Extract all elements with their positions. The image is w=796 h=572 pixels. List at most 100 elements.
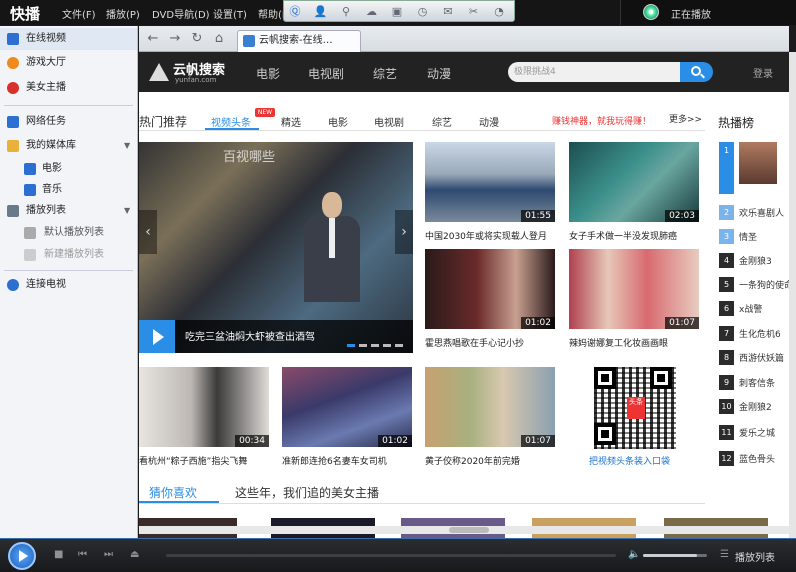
carousel-prev-icon[interactable]: ‹ <box>139 210 157 254</box>
carousel-dot[interactable] <box>359 344 367 347</box>
video-thumbnail[interactable]: 01:07 <box>425 367 555 447</box>
qvod-icon[interactable]: Ⓠ <box>286 3 304 21</box>
image-icon[interactable]: ▣ <box>388 3 406 21</box>
volume-slider[interactable] <box>643 554 707 557</box>
rank-item[interactable]: 9 刺客信条 <box>719 372 789 394</box>
sidebar-item-new-playlist[interactable]: 新建播放列表 <box>0 244 137 266</box>
more-link[interactable]: 更多>> <box>669 112 702 125</box>
login-link[interactable]: 登录 <box>753 65 773 80</box>
sidebar-item-game-hall[interactable]: 游戏大厅 <box>0 52 137 74</box>
sidebar-item-label: 新建播放列表 <box>44 249 104 260</box>
video-title[interactable]: 看杭州“粽子西施”指尖飞舞 <box>139 454 247 467</box>
tools-icon[interactable]: ✂ <box>465 3 483 21</box>
video-thumbnail[interactable]: 00:34 <box>139 367 269 447</box>
previous-icon[interactable]: ⏮ <box>78 549 87 560</box>
sidebar-item-live-host[interactable]: 美女主播 <box>0 77 137 99</box>
promo-link[interactable]: 赚钱神器，就我玩得赚！ <box>552 114 651 127</box>
tab-guess-you-like[interactable]: 猜你喜欢 <box>149 484 197 501</box>
sidebar-item-music[interactable]: 音乐 <box>0 179 137 201</box>
rank-item[interactable]: 6 x战警 <box>719 298 789 320</box>
carousel-dot[interactable] <box>395 344 403 347</box>
video-title[interactable]: 准新郎连抢6名妻车女司机 <box>282 454 387 467</box>
play-button[interactable] <box>8 542 36 570</box>
playlist-icon[interactable]: ☰ <box>720 549 729 560</box>
rank-item[interactable]: 3 情圣 <box>719 226 789 248</box>
sidebar-item-default-playlist[interactable]: 默认播放列表 <box>0 222 137 244</box>
video-thumbnail[interactable]: 01:55 <box>425 142 555 222</box>
tab-tv[interactable]: 电视剧 <box>374 114 404 129</box>
eject-icon[interactable]: ⏏ <box>130 549 139 560</box>
site-logo[interactable]: 云帆搜索 yunfan.com <box>149 59 239 87</box>
next-icon[interactable]: ⏭ <box>104 549 113 560</box>
sidebar-item-tv-connect[interactable]: 连接电视 <box>0 274 137 296</box>
now-playing-tab[interactable]: 正在播放 <box>620 0 796 25</box>
video-title[interactable]: 中国2030年或将实现载人登月 <box>425 229 547 242</box>
home-icon[interactable]: ⌂ <box>211 31 227 47</box>
stop-icon[interactable]: ■ <box>54 549 63 560</box>
menu-play[interactable]: 播放(P) <box>106 6 140 21</box>
video-title[interactable]: 女子手术做一半没发现肺癌 <box>569 229 677 242</box>
play-icon[interactable] <box>139 320 175 353</box>
search-button[interactable] <box>680 62 713 82</box>
video-title[interactable]: 辣妈谢娜复工化妆画画眼 <box>569 336 668 349</box>
rank-item[interactable]: 7 生化危机6 <box>719 323 789 345</box>
qr-title[interactable]: 把视频头条装入口袋 <box>589 454 670 467</box>
tab-video-headline[interactable]: 视频头条 <box>211 114 251 129</box>
clock-icon[interactable]: ◷ <box>414 3 432 21</box>
carousel-dot[interactable] <box>371 344 379 347</box>
tab-featured[interactable]: 精选 <box>281 114 301 129</box>
refresh-icon[interactable]: ↻ <box>189 31 205 47</box>
rank-item-top[interactable]: 1 <box>719 142 789 194</box>
carousel-next-icon[interactable]: › <box>395 210 413 254</box>
menu-file[interactable]: 文件(F) <box>62 6 96 21</box>
hero-caption[interactable]: 吃完三盆油焖大虾被查出酒驾 <box>185 328 315 343</box>
forward-icon[interactable]: → <box>167 31 183 47</box>
video-thumbnail[interactable]: 01:07 <box>569 249 699 329</box>
mail-icon[interactable]: ✉ <box>439 3 457 21</box>
rank-item[interactable]: 2 欢乐喜剧人 <box>719 202 789 224</box>
sidebar-item-download-task[interactable]: 网络任务 <box>0 111 137 133</box>
video-thumbnail[interactable]: 01:02 <box>425 249 555 329</box>
video-thumbnail[interactable]: 02:03 <box>569 142 699 222</box>
tab-movie[interactable]: 电影 <box>328 114 348 129</box>
tab-beauty-hosts[interactable]: 这些年，我们追的美女主播 <box>235 484 379 501</box>
rank-item[interactable]: 5 一条狗的使命 <box>719 274 789 296</box>
rank-item[interactable]: 8 西游伏妖篇 <box>719 347 789 369</box>
search-input[interactable]: 极限挑战4 <box>508 62 680 82</box>
rank-item[interactable]: 4 金刚狼3 <box>719 250 789 272</box>
chevron-down-icon[interactable]: ▼ <box>124 135 130 157</box>
user-icon[interactable]: 👤 <box>312 3 330 21</box>
sidebar-item-playlist[interactable]: 播放列表 ▼ <box>0 200 137 222</box>
nav-tv[interactable]: 电视剧 <box>308 65 344 82</box>
playlist-toggle[interactable]: 播放列表 <box>735 549 775 564</box>
scrollbar-thumb[interactable] <box>449 527 489 533</box>
carousel-dot[interactable] <box>347 344 355 347</box>
sidebar-item-media-library[interactable]: 我的媒体库 ▼ <box>0 135 137 157</box>
browser-tab[interactable]: 云帆搜索-在线… <box>237 30 361 52</box>
tab-variety[interactable]: 综艺 <box>432 114 452 129</box>
rank-item[interactable]: 11 爱乐之城 <box>719 422 789 444</box>
rank-item[interactable]: 12 蓝色骨头 <box>719 448 789 470</box>
video-title[interactable]: 霍思燕唱歌在手心记小抄 <box>425 336 524 349</box>
progress-slider[interactable] <box>166 554 616 557</box>
chat-icon[interactable]: ◔ <box>490 3 508 21</box>
vertical-scrollbar[interactable] <box>789 52 796 538</box>
nav-variety[interactable]: 综艺 <box>373 65 397 82</box>
volume-icon[interactable]: 🔈 <box>628 549 640 560</box>
video-thumbnail[interactable]: 01:02 <box>282 367 412 447</box>
search-icon[interactable]: ⚲ <box>337 3 355 21</box>
sidebar-item-movie[interactable]: 电影 <box>0 158 137 180</box>
back-icon[interactable]: ← <box>145 31 161 47</box>
chevron-down-icon[interactable]: ▼ <box>124 200 130 222</box>
hero-carousel[interactable]: 百视哪些 ‹ › 吃完三盆油焖大虾被查出酒驾 <box>139 142 413 353</box>
carousel-dot[interactable] <box>383 344 391 347</box>
rank-item[interactable]: 10 金刚狼2 <box>719 396 789 418</box>
nav-anime[interactable]: 动漫 <box>427 65 451 82</box>
sidebar-item-online-video[interactable]: 在线视频 <box>0 28 137 50</box>
menu-settings[interactable]: 设置(T) <box>213 6 247 21</box>
tab-anime[interactable]: 动漫 <box>479 114 499 129</box>
cloud-icon[interactable]: ☁ <box>363 3 381 21</box>
nav-movie[interactable]: 电影 <box>256 65 280 82</box>
video-title[interactable]: 黄子佼称2020年前完婚 <box>425 454 520 467</box>
menu-dvd[interactable]: DVD导航(D) <box>152 6 210 21</box>
